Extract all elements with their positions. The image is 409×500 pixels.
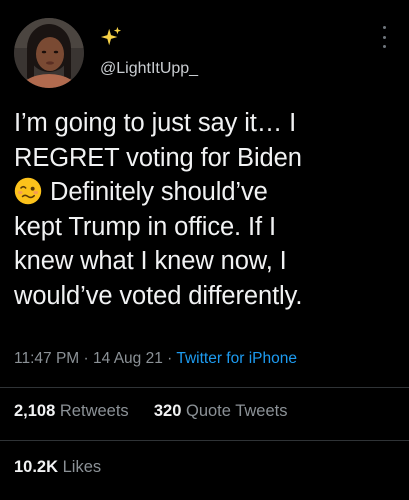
retweets-link[interactable]: 2,108 Retweets [14,402,129,420]
divider [0,387,409,388]
likes-label: Likes [62,458,102,476]
retweets-label: Retweets [59,402,129,420]
retweets-count: 2,108 [14,402,56,420]
tweet-line: kept Trump in office. If I [14,212,276,241]
meta-separator: · [167,350,173,367]
tweet-text: I’m going to just say it… I REGRET votin… [14,106,402,313]
more-vertical-icon[interactable] [377,26,391,48]
quotes-label: Quote Tweets [185,402,288,420]
tweet-date[interactable]: 14 Aug 21 [93,350,163,367]
likes-row: 10.2K Likes [14,458,101,477]
tweet-line: would’ve voted differently. [14,281,303,310]
tweet-line-text: Definitely should’ve [50,178,268,206]
likes-link[interactable]: 10.2K Likes [14,458,101,476]
divider [0,440,409,441]
user-handle[interactable]: @LightItUpp_ [100,60,198,78]
tweet-time[interactable]: 11:47 PM [14,350,79,367]
tweet-meta: 11:47 PM · 14 Aug 21 · Twitter for iPhon… [14,350,297,368]
likes-count: 10.2K [14,458,59,476]
meta-separator: · [83,350,89,367]
sparkles-icon [100,26,122,46]
display-name[interactable] [100,24,122,50]
tweet-card: @LightItUpp_ I’m going to just say it… I… [0,0,409,500]
avatar[interactable] [14,18,84,88]
quotes-count: 320 [153,402,182,420]
engagement-row: 2,108 Retweets 320 Quote Tweets [14,402,288,421]
tweet-line: knew what I knew now, I [14,247,287,275]
woozy-face-emoji [14,177,42,205]
tweet-source-link[interactable]: Twitter for iPhone [176,350,297,367]
quote-tweets-link[interactable]: 320 Quote Tweets [154,402,288,420]
tweet-line: REGRET voting for Biden [14,143,302,172]
profile-photo [14,18,84,88]
tweet-line-with-emoji: Definitely should’ve [14,175,402,210]
tweet-line: I’m going to just say it… I [14,109,297,137]
